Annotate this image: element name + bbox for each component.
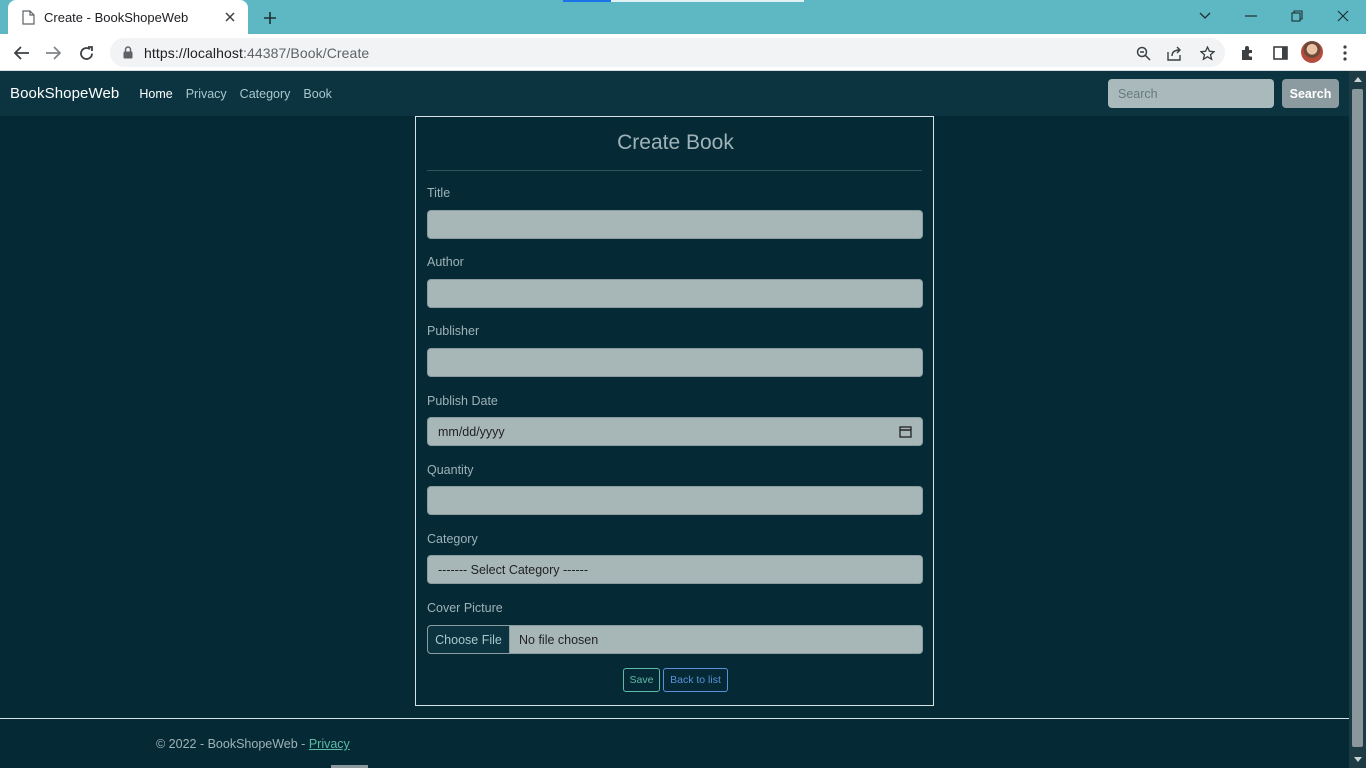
search-button[interactable]: Search	[1282, 79, 1339, 108]
extensions-puzzle-icon[interactable]	[1235, 40, 1261, 66]
minimize-button[interactable]	[1238, 4, 1264, 28]
loading-indicator-track	[611, 0, 804, 2]
calendar-icon[interactable]	[899, 425, 912, 438]
author-label: Author	[427, 255, 464, 269]
nav-link-privacy[interactable]: Privacy	[186, 87, 227, 101]
footer-privacy-link[interactable]: Privacy	[309, 737, 350, 751]
footer-divider	[0, 718, 1349, 719]
cover-picture-file-input: Choose File No file chosen	[427, 625, 923, 654]
url-text: https://localhost:44387/Book/Create	[144, 44, 370, 61]
scroll-up-arrow-icon[interactable]	[1349, 71, 1366, 88]
nav-links: Home Privacy Category Book	[126, 87, 332, 101]
publisher-label: Publisher	[427, 324, 480, 338]
loading-indicator	[563, 0, 611, 2]
file-status: No file chosen	[519, 632, 599, 647]
tab-search-chevron-down-icon[interactable]	[1192, 4, 1218, 28]
new-tab-button[interactable]	[258, 6, 282, 30]
publish-date-input[interactable]: mm/dd/yyyy	[427, 417, 923, 446]
category-select[interactable]: ------- Select Category ------	[427, 555, 923, 584]
vertical-scrollbar[interactable]	[1349, 71, 1366, 768]
nav-link-book[interactable]: Book	[303, 87, 332, 101]
browser-toolbar: https://localhost:44387/Book/Create	[0, 34, 1366, 71]
save-button[interactable]: Save	[623, 668, 660, 692]
publish-date-label: Publish Date	[427, 394, 498, 408]
back-to-list-button[interactable]: Back to list	[663, 668, 728, 692]
back-arrow-icon[interactable]	[9, 40, 35, 66]
side-panel-icon[interactable]	[1267, 40, 1293, 66]
publish-date-value: mm/dd/yyyy	[438, 424, 505, 439]
category-label: Category	[427, 532, 478, 546]
site-navbar: BookShopeWeb Home Privacy Category Book …	[0, 71, 1349, 116]
choose-file-button[interactable]: Choose File	[428, 626, 510, 653]
publisher-input[interactable]	[427, 348, 923, 377]
page-icon	[20, 9, 36, 25]
nav-link-category[interactable]: Category	[240, 87, 291, 101]
scrollbar-thumb[interactable]	[1352, 89, 1363, 747]
zoom-icon[interactable]	[1129, 39, 1157, 67]
reload-icon[interactable]	[73, 40, 99, 66]
restore-button[interactable]	[1284, 4, 1310, 28]
more-menu-icon[interactable]	[1332, 40, 1358, 66]
window-close-button[interactable]	[1330, 4, 1356, 28]
page-viewport: BookShopeWeb Home Privacy Category Book …	[0, 71, 1349, 768]
browser-tabstrip: Create - BookShopeWeb	[0, 0, 1366, 34]
divider	[427, 170, 922, 171]
address-bar[interactable]: https://localhost:44387/Book/Create	[110, 38, 1225, 67]
profile-avatar[interactable]	[1301, 41, 1323, 63]
forward-arrow-icon[interactable]	[40, 40, 66, 66]
nav-link-home[interactable]: Home	[139, 87, 172, 101]
create-book-form: Create Book Title Author Publisher Publi…	[415, 116, 934, 706]
quantity-label: Quantity	[427, 463, 474, 477]
title-label: Title	[427, 186, 451, 200]
share-icon[interactable]	[1161, 39, 1189, 67]
author-input[interactable]	[427, 279, 923, 308]
scroll-down-arrow-icon[interactable]	[1349, 751, 1366, 768]
lock-icon[interactable]	[120, 45, 136, 61]
footer-copyright: © 2022 - BookShopeWeb -	[156, 737, 309, 751]
tab-title: Create - BookShopeWeb	[44, 9, 189, 25]
cover-picture-label: Cover Picture	[427, 601, 503, 615]
browser-tab[interactable]: Create - BookShopeWeb	[8, 0, 248, 34]
search-input[interactable]	[1108, 79, 1274, 108]
title-input[interactable]	[427, 210, 923, 239]
navbar-brand[interactable]: BookShopeWeb	[10, 85, 119, 102]
quantity-input[interactable]	[427, 486, 923, 515]
footer: © 2022 - BookShopeWeb - Privacy	[156, 737, 350, 751]
form-heading: Create Book	[617, 131, 734, 154]
bookmark-star-icon[interactable]	[1193, 39, 1221, 67]
close-icon[interactable]	[222, 9, 238, 25]
